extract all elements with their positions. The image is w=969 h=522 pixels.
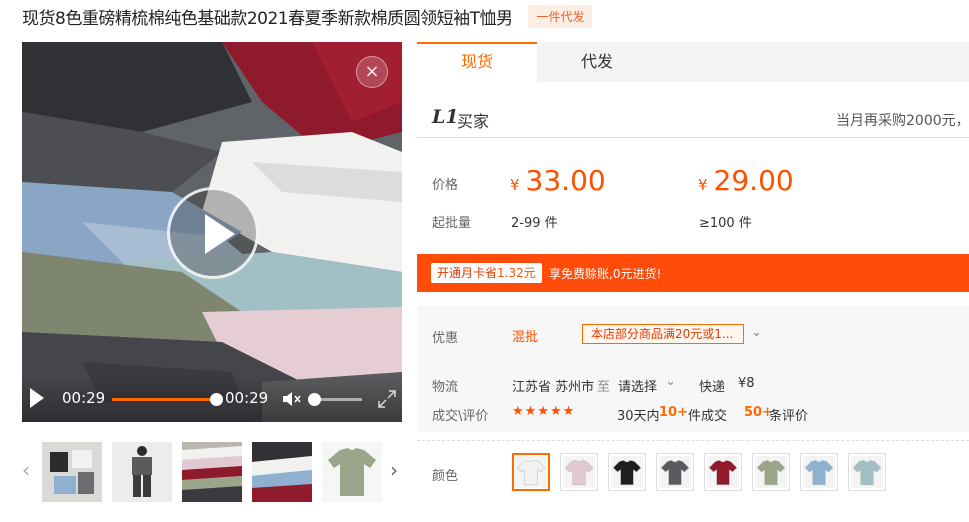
thumbnail-5[interactable] [322,442,382,502]
color-swatch[interactable] [800,453,838,491]
color-swatch[interactable] [512,453,550,491]
thumb-model-icon [112,442,172,502]
duration: 00:29 [225,389,269,407]
sold-suffix: 件成交 [688,409,728,424]
price-tier-2: ¥29.00 [698,164,794,197]
purchase-tabs: 现货 代发 [417,42,969,82]
volume-slider[interactable] [308,393,362,406]
progress-knob[interactable] [210,393,223,406]
tshirt-icon [515,456,547,488]
tab-in-stock[interactable]: 现货 [417,42,537,82]
buyer-level-label: 买家 [457,112,490,131]
reviews-label: 成交\评价 [432,409,489,424]
ship-to-label: 至 [597,380,611,395]
monthly-card-button[interactable]: 开通月卡省1.32元 [431,263,542,283]
qty-tier-1: 2-99 件 [511,216,558,231]
dropship-badge[interactable]: 一件代发 [528,4,593,28]
discount-label: 优惠 [432,331,459,346]
volume-knob[interactable] [308,393,321,406]
buyer-level-row: L1 买家 当月再采购2000元，享 [417,100,969,138]
thumbnail-1[interactable] [42,442,102,502]
play-pause-icon[interactable] [30,388,44,408]
title-row: 现货8色重磅精梳棉纯色基础款2021春夏季新款棉质圆领短袖T恤男 一件代发 [22,4,593,29]
shipping-fee: ¥8 [738,376,755,391]
thumb-stack-icon [252,442,312,502]
thumb-prev-icon[interactable]: ‹ [22,460,30,480]
shipping-type: 快递 [699,380,726,395]
fullscreen-icon[interactable] [376,388,398,410]
thumb-fabric-icon [182,442,242,502]
color-swatch[interactable] [560,453,598,491]
destination-select[interactable]: 请选择 [618,376,657,395]
destination-chevron-icon[interactable]: ⌄ [665,374,676,389]
tshirt-icon [707,456,739,488]
color-selector: 颜色 [417,440,969,510]
tshirt-icon [659,456,691,488]
product-title: 现货8色重磅精梳棉纯色基础款2021春夏季新款棉质圆领短袖T恤男 [22,8,513,29]
rating-stars: ★★★★★ [512,404,576,419]
sold-prefix: 30天内 [617,409,660,424]
play-icon[interactable] [167,187,259,279]
price-tier-1: ¥33.00 [510,164,606,197]
color-swatch[interactable] [704,453,742,491]
thumb-flatlay-icon [42,442,102,502]
review-suffix[interactable]: 条评价 [769,405,808,424]
video-controls: 00:29 00:29 [22,376,402,422]
close-video-button[interactable]: × [356,56,388,88]
thumb-next-icon[interactable]: › [390,460,398,480]
product-video[interactable]: × 00:29 00:29 [22,42,402,422]
color-swatch[interactable] [608,453,646,491]
buyer-level-logo: L1 [432,106,459,128]
mixed-batch-tag: 混批 [512,330,539,345]
ship-origin: 江苏省 苏州市 [512,380,595,395]
current-time: 00:29 [62,389,106,407]
tshirt-icon [851,456,883,488]
membership-banner[interactable]: 开通月卡省1.32元 享免费赊账,0元进货! [417,254,969,292]
coupon-tag[interactable]: 本店部分商品满20元或1... [582,324,744,344]
moq-label: 起批量 [432,216,472,231]
tshirt-icon [563,456,595,488]
price-label: 价格 [432,178,459,193]
details-section: 优惠 混批 本店部分商品满20元或1... ⌄ 物流 江苏省 苏州市 至 请选择… [417,306,969,432]
thumbnail-strip: ‹ › [22,440,402,502]
sold-count: 10+ [659,405,688,420]
logistics-label: 物流 [432,380,459,395]
thumbnail-3[interactable] [182,442,242,502]
chevron-down-icon[interactable]: ⌄ [751,325,762,340]
color-swatch[interactable] [656,453,694,491]
price-section: 价格 ¥33.00 ¥29.00 起批量 2-99 件 ≥100 件 [417,140,969,240]
banner-text: 享免费赊账,0元进货! [549,267,662,281]
color-label: 颜色 [432,469,459,484]
progress-bar[interactable] [112,393,223,406]
progress-fill [112,398,216,401]
tshirt-icon [755,456,787,488]
mute-icon[interactable] [282,391,302,407]
tshirt-icon [803,456,835,488]
thumbnail-2[interactable] [112,442,172,502]
qty-tier-2: ≥100 件 [699,216,752,231]
thumbnail-4[interactable] [252,442,312,502]
tshirt-icon [611,456,643,488]
upgrade-note[interactable]: 当月再采购2000元，享 [836,110,969,130]
color-swatch[interactable] [752,453,790,491]
thumb-tshirt-green-icon [322,442,382,502]
tab-dropship[interactable]: 代发 [537,42,657,82]
color-swatch[interactable] [848,453,886,491]
